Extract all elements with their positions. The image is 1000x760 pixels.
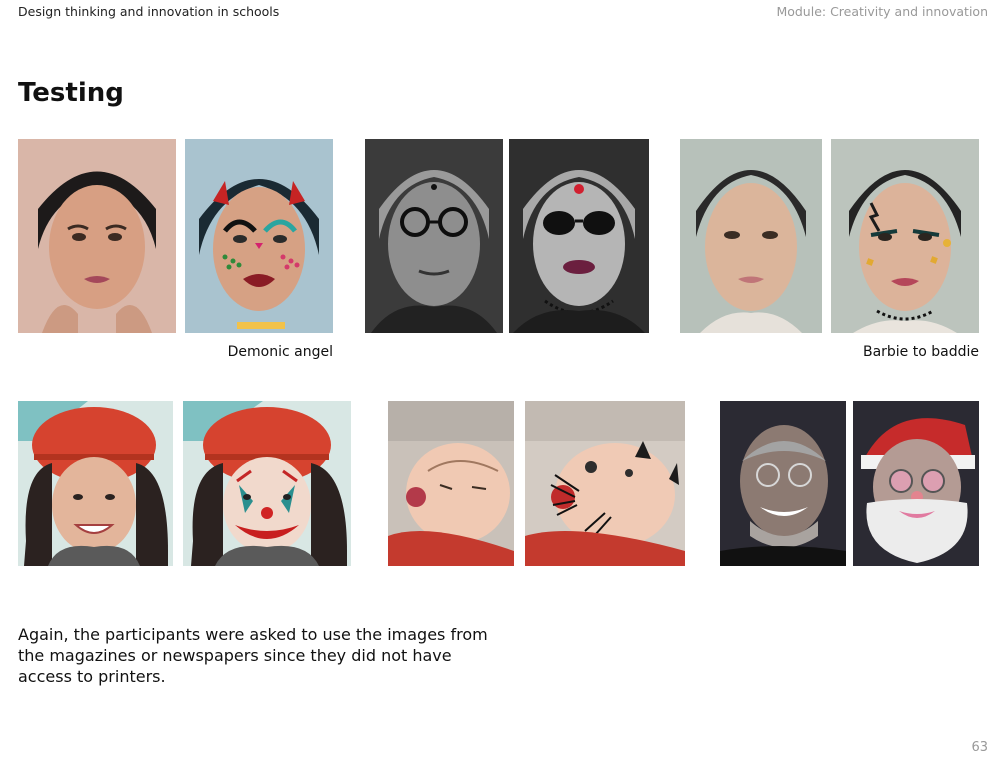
caption-demonic-angel: Demonic angel [227, 344, 333, 360]
face-photo-original [18, 139, 176, 333]
face-collage-sunglasses [509, 139, 649, 333]
body-paragraph: Again, the participants were asked to us… [18, 625, 488, 686]
course-title: Design thinking and innovation in school… [18, 4, 280, 19]
face-photo-original [18, 401, 173, 566]
face-collage-santa [853, 401, 979, 566]
slide-title: Testing [18, 78, 124, 108]
page-number: 63 [971, 740, 988, 755]
face-photo-original [720, 401, 846, 566]
face-photo-original [680, 139, 822, 333]
face-collage-baby [525, 401, 685, 566]
face-collage-joker [183, 401, 351, 566]
face-collage-barbie-to-baddie [831, 139, 979, 333]
face-photo-original [388, 401, 514, 566]
module-label: Module: Creativity and innovation [776, 4, 988, 19]
caption-barbie-to-baddie: Barbie to baddie [862, 344, 979, 360]
face-photo-original [365, 139, 503, 333]
face-collage-demonic-angel [185, 139, 333, 333]
